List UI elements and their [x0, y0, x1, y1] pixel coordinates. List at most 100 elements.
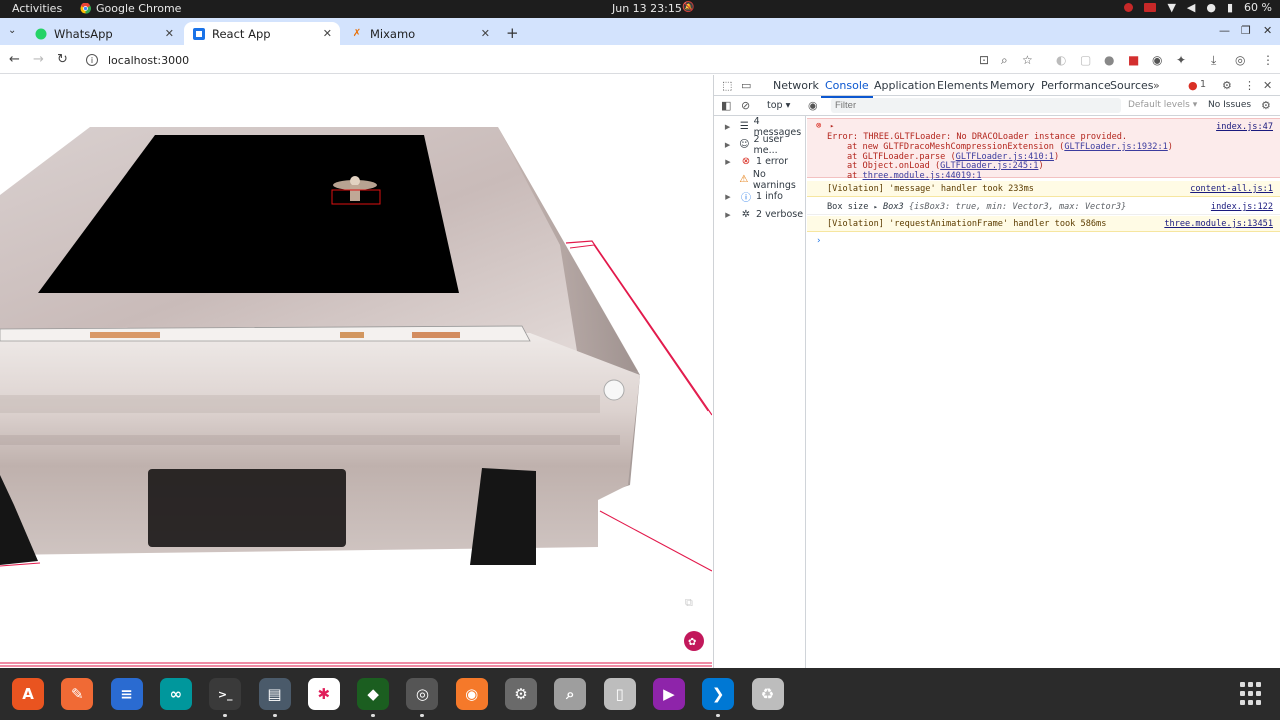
address-bar[interactable]: i localhost:3000 — [80, 49, 1045, 71]
maximize-button[interactable]: ❐ — [1241, 24, 1251, 37]
site-info-icon[interactable]: i — [86, 54, 98, 66]
system-tray[interactable]: ▼ ◀ ● ▮ 60 % — [1124, 1, 1272, 14]
settings-gear-icon[interactable]: ⚙ — [1222, 79, 1232, 92]
source-link[interactable]: GLTFLoader.js:245:1 — [940, 161, 1038, 171]
settings-icon[interactable]: ⚙ — [505, 678, 537, 710]
three-canvas[interactable]: ⧉ ✿ — [0, 75, 712, 668]
close-tab-icon[interactable]: ✕ — [165, 27, 174, 40]
close-tab-icon[interactable]: ✕ — [323, 27, 332, 40]
new-tab-button[interactable]: + — [506, 24, 519, 42]
console-settings-icon[interactable]: ⚙ — [1261, 99, 1271, 112]
device-toolbar-icon[interactable]: ▭ — [741, 79, 751, 92]
console-prompt[interactable]: › — [816, 236, 821, 246]
source-link[interactable]: three.module.js:44019:1 — [863, 171, 982, 181]
console-filter-input[interactable] — [831, 98, 1121, 113]
tab-memory[interactable]: Memory — [990, 79, 1035, 92]
profile-avatar-icon[interactable]: ◎ — [1235, 53, 1245, 67]
chrome-menu-icon[interactable]: ⋮ — [1262, 53, 1274, 67]
translate-icon[interactable]: ⧉ — [685, 596, 693, 609]
expand-arrow-icon[interactable]: ▸ — [874, 203, 878, 211]
console-toolbar: ◧ ⊘ top ▾ ◉ Default levels ▾ No Issues ⚙ — [714, 96, 1280, 116]
console-violation-message[interactable]: [Violation] 'requestAnimationFrame' hand… — [807, 216, 1280, 232]
tab-mixamo[interactable]: ✗ Mixamo ✕ — [342, 22, 498, 45]
sidebar-item-info[interactable]: ▶ ⓘ 1 info — [714, 188, 806, 205]
sidebar-item-messages[interactable]: ▶ ☰ 4 messages — [714, 116, 806, 138]
chrome-icon[interactable]: ◎ — [406, 678, 439, 717]
react-icon — [192, 27, 206, 41]
issues-button[interactable]: No Issues — [1208, 100, 1251, 110]
forward-button[interactable]: → — [33, 52, 44, 67]
writer-icon[interactable]: ≡ — [110, 678, 143, 710]
stack-frame: at three.module.js:44019:1 — [847, 171, 982, 181]
tab-performance[interactable]: Performance — [1041, 79, 1111, 92]
extension-icon[interactable]: ◐ — [1056, 53, 1066, 67]
inspect-element-icon[interactable]: ⬚ — [722, 79, 732, 92]
console-error-message[interactable]: ⊗ ▸ Error: THREE.GLTFLoader: No DRACOLoa… — [807, 118, 1280, 181]
tab-search-icon[interactable]: ⌄ — [8, 25, 16, 36]
video-icon[interactable]: ▶ — [652, 678, 685, 710]
zoom-icon[interactable]: ⌕ — [1001, 53, 1008, 68]
sidebar-toggle-icon[interactable]: ◧ — [721, 99, 731, 112]
stack-frame: at new GLTFDracoMeshCompressionExtension… — [847, 142, 1173, 152]
install-app-icon[interactable]: ⊡ — [979, 53, 989, 67]
message-source-link[interactable]: content-all.js:1 — [1190, 184, 1273, 194]
tab-react-app[interactable]: React App ✕ — [184, 22, 340, 45]
archive-icon[interactable]: ▯ — [603, 678, 636, 710]
sidebar-item-user-messages[interactable]: ▶ ☺ 2 user me... — [714, 134, 806, 156]
app-menu[interactable]: Google Chrome — [80, 2, 181, 15]
image-viewer-icon[interactable]: ⌕ — [554, 678, 587, 710]
inkscape-icon[interactable]: ✎ — [61, 678, 94, 710]
error-count-icon[interactable]: ● — [1188, 79, 1198, 92]
vscode-icon[interactable]: ❯ — [702, 678, 735, 717]
log-levels-select[interactable]: Default levels ▾ — [1128, 100, 1197, 110]
reload-button[interactable]: ↻ — [57, 52, 68, 67]
minimize-button[interactable]: — — [1219, 24, 1230, 37]
app-center-icon[interactable]: A — [12, 678, 44, 710]
tab-sources[interactable]: Sources — [1110, 79, 1154, 92]
blender-icon[interactable]: ◉ — [455, 678, 488, 710]
tab-console[interactable]: Console — [821, 79, 873, 98]
3d-scene[interactable]: ⧉ ✿ — [0, 75, 712, 668]
tab-label: React App — [212, 26, 271, 41]
extension-icon[interactable]: ◉ — [1152, 53, 1162, 67]
message-source-link[interactable]: index.js:47 — [1216, 122, 1273, 132]
files-icon[interactable]: ▤ — [258, 678, 291, 717]
console-violation-message[interactable]: [Violation] 'message' handler took 233ms… — [807, 181, 1280, 197]
extension-icon[interactable]: ● — [1104, 53, 1114, 67]
close-tab-icon[interactable]: ✕ — [481, 27, 490, 40]
tab-application[interactable]: Application — [874, 79, 935, 92]
console-log-message[interactable]: Box size ▸ Box3 {isBox3: true, min: Vect… — [807, 198, 1280, 215]
more-tabs-icon[interactable]: » — [1153, 79, 1160, 92]
close-window-button[interactable]: ✕ — [1263, 24, 1272, 37]
bookmark-star-icon[interactable]: ☆ — [1022, 53, 1033, 67]
sidebar-item-verbose[interactable]: ▶ ✲ 2 verbose — [714, 206, 806, 223]
trash-icon[interactable]: ♻ — [751, 678, 784, 710]
arduino-icon[interactable]: ∞ — [159, 678, 192, 710]
tab-network[interactable]: Network — [773, 79, 819, 92]
tab-whatsapp[interactable]: WhatsApp ✕ — [26, 22, 182, 45]
close-devtools-icon[interactable]: ✕ — [1263, 79, 1272, 92]
extensions-puzzle-icon[interactable]: ✦ — [1176, 53, 1186, 67]
slack-icon[interactable]: ✱ — [307, 678, 340, 710]
message-source-link[interactable]: index.js:122 — [1211, 202, 1273, 212]
message-source-link[interactable]: three.module.js:13451 — [1164, 219, 1273, 229]
expand-arrow-icon[interactable]: ▸ — [830, 122, 834, 130]
clock[interactable]: Jun 13 23:15 — [612, 2, 682, 15]
show-apps-grid-icon[interactable] — [1240, 682, 1264, 706]
sidebar-item-errors[interactable]: ▶ ⊗ 1 error — [714, 153, 806, 170]
terminal-icon[interactable]: >_ — [209, 678, 242, 717]
extension-icon[interactable]: ■ — [1128, 53, 1139, 67]
unity-icon[interactable]: ◆ — [357, 678, 390, 717]
error-count[interactable]: 1 — [1200, 79, 1206, 90]
devtools-menu-icon[interactable]: ⋮ — [1244, 79, 1255, 92]
live-expression-icon[interactable]: ◉ — [808, 99, 818, 112]
clear-console-icon[interactable]: ⊘ — [741, 99, 750, 112]
source-link[interactable]: GLTFLoader.js:1932:1 — [1064, 142, 1167, 152]
download-icon[interactable]: ⤓ — [1211, 53, 1216, 68]
tab-elements[interactable]: Elements — [937, 79, 988, 92]
back-button[interactable]: ← — [9, 52, 20, 67]
activities-button[interactable]: Activities — [12, 2, 62, 15]
context-select[interactable]: top ▾ — [767, 100, 790, 111]
extension-icon[interactable]: ▢ — [1080, 53, 1091, 67]
sidebar-item-warnings[interactable]: ⚠ No warnings — [714, 169, 806, 191]
